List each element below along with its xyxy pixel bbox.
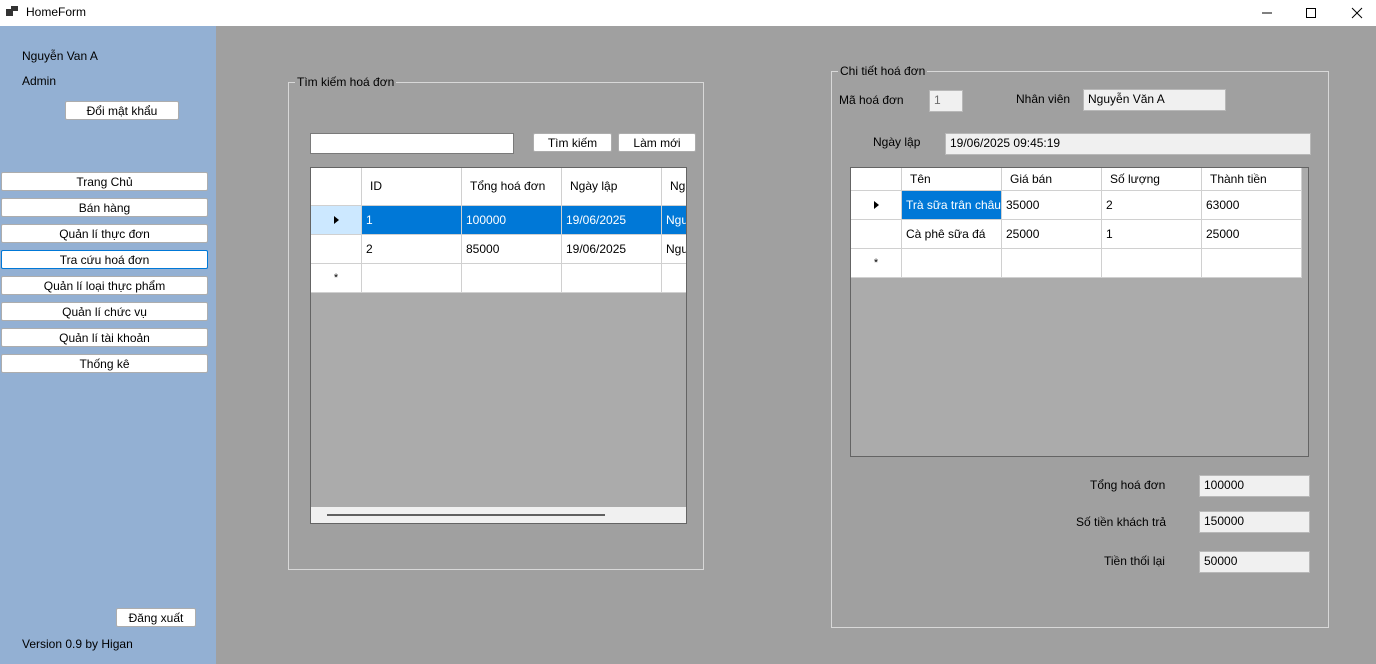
table-row[interactable]: Cà phê sữa đá 25000 1 25000 — [851, 220, 1302, 249]
nav-statistics[interactable]: Thống kê — [1, 354, 208, 373]
cell-staff[interactable]: Ngu — [662, 206, 686, 235]
new-row-selector[interactable]: * — [311, 264, 362, 293]
search-input[interactable] — [310, 133, 514, 154]
logout-button[interactable]: Đăng xuất — [116, 608, 196, 627]
row-header-corner — [311, 168, 362, 206]
minimize-icon — [1262, 12, 1272, 14]
nav-positions[interactable]: Quản lí chức vụ — [1, 302, 208, 321]
column-header-staff[interactable]: Ng — [662, 168, 686, 206]
column-header-price[interactable]: Giá bán — [1002, 168, 1102, 191]
row-selector[interactable] — [851, 220, 902, 249]
row-selector[interactable] — [311, 206, 362, 235]
new-row-cell[interactable] — [1102, 249, 1202, 278]
nav-menu-management[interactable]: Quản lí thực đơn — [1, 224, 208, 243]
new-row-icon: * — [873, 257, 879, 269]
invoice-id-field[interactable]: 1 — [929, 90, 963, 112]
items-grid-header: Tên Giá bán Số lượng Thành tiền — [851, 168, 1302, 191]
column-header-date[interactable]: Ngày lập — [562, 168, 662, 206]
row-selector[interactable] — [311, 235, 362, 264]
paid-field[interactable]: 150000 — [1199, 511, 1310, 533]
nav-food-category[interactable]: Quản lí loại thực phẩm — [1, 276, 208, 295]
refresh-button[interactable]: Làm mới — [618, 133, 696, 152]
change-field[interactable]: 50000 — [1199, 551, 1310, 573]
cell-price[interactable]: 25000 — [1002, 220, 1102, 249]
cell-id[interactable]: 2 — [362, 235, 462, 264]
cell-quantity[interactable]: 2 — [1102, 191, 1202, 220]
new-row-cell[interactable] — [362, 264, 462, 293]
staff-field[interactable]: Nguyễn Văn A — [1083, 89, 1226, 111]
date-label: Ngày lập — [873, 135, 921, 149]
cell-date[interactable]: 19/06/2025 — [562, 206, 662, 235]
new-row[interactable]: * — [311, 264, 686, 293]
new-row-icon: * — [333, 272, 339, 284]
invoice-grid-header: ID Tổng hoá đơn Ngày lập Ng — [311, 168, 686, 206]
cell-quantity[interactable]: 1 — [1102, 220, 1202, 249]
new-row-cell[interactable] — [1002, 249, 1102, 278]
close-icon — [1351, 7, 1363, 19]
minimize-button[interactable] — [1244, 0, 1290, 26]
column-header-total[interactable]: Tổng hoá đơn — [462, 168, 562, 206]
invoice-detail-title: Chi tiết hoá đơn — [838, 64, 928, 78]
scrollbar-thumb[interactable] — [327, 514, 605, 516]
paid-label: Số tiền khách trả — [1076, 515, 1167, 529]
cell-name[interactable]: Trà sữa trân châu — [902, 191, 1002, 220]
maximize-button[interactable] — [1288, 0, 1334, 26]
change-password-button[interactable]: Đổi mật khẩu — [65, 101, 179, 120]
cell-date[interactable]: 19/06/2025 — [562, 235, 662, 264]
new-row-cell[interactable] — [562, 264, 662, 293]
nav-sales[interactable]: Bán hàng — [1, 198, 208, 217]
current-row-icon — [333, 216, 339, 224]
staff-label: Nhân viên — [1016, 92, 1071, 106]
date-field[interactable]: 19/06/2025 09:45:19 — [945, 133, 1311, 155]
new-row-cell[interactable] — [902, 249, 1002, 278]
cell-staff[interactable]: Ngu — [662, 235, 686, 264]
nav-accounts[interactable]: Quản lí tài khoản — [1, 328, 208, 347]
new-row-cell[interactable] — [1202, 249, 1302, 278]
column-header-name[interactable]: Tên — [902, 168, 1002, 191]
column-header-id[interactable]: ID — [362, 168, 462, 206]
new-row-selector[interactable]: * — [851, 249, 902, 278]
row-header-corner — [851, 168, 902, 191]
invoice-grid[interactable]: ID Tổng hoá đơn Ngày lập Ng 1 100000 19/… — [310, 167, 687, 524]
close-button[interactable] — [1334, 0, 1376, 26]
total-label: Tổng hoá đơn — [1090, 478, 1166, 492]
horizontal-scrollbar[interactable] — [311, 507, 686, 523]
sidebar: Nguyễn Van A Admin Đổi mật khẩu Trang Ch… — [0, 26, 216, 664]
row-selector[interactable] — [851, 191, 902, 220]
window-title: HomeForm — [26, 5, 87, 19]
cell-id[interactable]: 1 — [362, 206, 462, 235]
cell-total[interactable]: 100000 — [462, 206, 562, 235]
table-row[interactable]: Trà sữa trân châu 35000 2 63000 — [851, 191, 1302, 220]
search-button[interactable]: Tìm kiếm — [533, 133, 612, 152]
table-row[interactable]: 2 85000 19/06/2025 Ngu — [311, 235, 686, 264]
title-bar: HomeForm — [0, 0, 1376, 26]
current-row-icon — [873, 201, 879, 209]
nav-home[interactable]: Trang Chủ — [1, 172, 208, 191]
cell-name[interactable]: Cà phê sữa đá — [902, 220, 1002, 249]
new-row-cell[interactable] — [662, 264, 686, 293]
invoice-id-label: Mã hoá đơn — [839, 93, 904, 107]
nav-invoice-lookup[interactable]: Tra cứu hoá đơn — [1, 250, 208, 269]
column-header-quantity[interactable]: Số lượng — [1102, 168, 1202, 191]
maximize-icon — [1306, 8, 1316, 18]
table-row[interactable]: 1 100000 19/06/2025 Ngu — [311, 206, 686, 235]
user-name: Nguyễn Van A — [22, 49, 98, 63]
new-row-cell[interactable] — [462, 264, 562, 293]
user-role: Admin — [22, 74, 57, 88]
invoice-items-grid[interactable]: Tên Giá bán Số lượng Thành tiền Trà sữa … — [850, 167, 1309, 457]
cell-amount[interactable]: 25000 — [1202, 220, 1302, 249]
cell-price[interactable]: 35000 — [1002, 191, 1102, 220]
total-field[interactable]: 100000 — [1199, 475, 1310, 497]
cell-amount[interactable]: 63000 — [1202, 191, 1302, 220]
new-row[interactable]: * — [851, 249, 1302, 278]
cell-total[interactable]: 85000 — [462, 235, 562, 264]
change-label: Tiền thối lại — [1104, 554, 1165, 568]
column-header-amount[interactable]: Thành tiền — [1202, 168, 1302, 191]
app-icon — [6, 6, 18, 18]
invoice-search-title: Tìm kiếm hoá đơn — [295, 75, 397, 89]
version-label: Version 0.9 by Higan — [22, 637, 133, 651]
